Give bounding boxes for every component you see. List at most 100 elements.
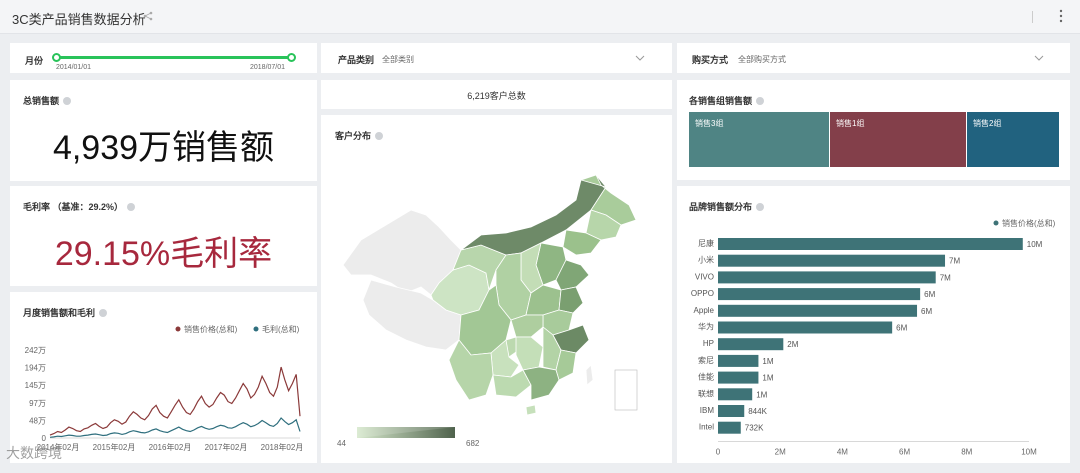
watermark-logo: 大数跨境	[6, 445, 62, 461]
map-legend-max: 682	[466, 439, 480, 448]
bar[interactable]	[718, 271, 936, 284]
x-tick-label: 2016年02月	[149, 442, 192, 452]
treemap-card: 各销售组销售额 销售3组 销售1组 销售2组	[677, 80, 1070, 180]
dashboard-title: 3C类产品销售数据分析	[12, 12, 146, 27]
x-tick-label: 2015年02月	[93, 442, 136, 452]
china-map[interactable]	[321, 115, 672, 463]
y-tick-label: 97万	[29, 399, 46, 408]
slider-start-handle[interactable]	[52, 53, 61, 62]
more-menu-icon[interactable]	[1057, 8, 1065, 24]
month-start-value: 2014/01/01	[56, 64, 92, 71]
x-tick-label: 2017年02月	[205, 442, 248, 452]
bar-value-label: 6M	[921, 307, 932, 316]
treemap-title: 各销售组销售额	[689, 94, 765, 107]
y-tick-label: 0	[42, 434, 47, 443]
category-label: VIVO	[695, 272, 714, 281]
y-tick-label: 145万	[25, 381, 46, 390]
category-filter-value: 全部类别	[382, 55, 414, 64]
bar-value-label: 1M	[756, 390, 767, 399]
category-filter-label: 产品类别	[338, 55, 375, 65]
bar[interactable]	[718, 371, 759, 384]
share-icon[interactable]	[143, 11, 153, 21]
x-tick-label: 4M	[837, 447, 848, 456]
legend-marker	[175, 326, 181, 332]
x-tick-label: 8M	[961, 447, 972, 456]
x-tick-label: 6M	[899, 447, 910, 456]
customers-card: 6,219客户总数	[321, 80, 672, 109]
bar[interactable]	[718, 354, 759, 367]
y-tick-label: 48万	[29, 416, 46, 425]
category-label: Intel	[699, 423, 714, 432]
purchase-filter-card[interactable]: 购买方式 全部购买方式	[677, 43, 1070, 73]
brand-bar-chart: 销售价格(总和) 尼康 10M 小米 7M VIVO 7M OPPO 6M Apple 6M 华为 6M…	[691, 218, 1056, 456]
month-range-slider[interactable]	[56, 56, 292, 59]
bar[interactable]	[718, 421, 741, 434]
chevron-down-icon[interactable]	[635, 55, 645, 61]
x-tick-label: 0	[716, 447, 721, 456]
legend-label[interactable]: 销售价格(总和)	[184, 324, 238, 334]
monthly-chart-card: 月度销售额和毛利 0 48万 97万 145万 194万 242万 2014年02月 2015…	[10, 292, 317, 463]
series-line-0[interactable]	[49, 366, 301, 436]
info-icon[interactable]	[127, 203, 136, 211]
chevron-down-icon[interactable]	[1034, 55, 1044, 61]
y-tick-label: 242万	[25, 346, 46, 355]
category-label: 索尼	[698, 355, 714, 365]
y-tick-label: 194万	[25, 364, 46, 373]
treemap-cell-group3[interactable]: 销售3组	[689, 112, 829, 167]
treemap-cell-group2[interactable]: 销售2组	[967, 112, 1059, 167]
bar-value-label: 7M	[940, 273, 951, 282]
bar-value-label: 732K	[745, 424, 764, 433]
category-label: Apple	[694, 306, 715, 315]
margin-value: 29.15%毛利率	[54, 235, 273, 273]
x-tick-label: 2M	[775, 447, 786, 456]
bar-value-label: 7M	[949, 257, 960, 266]
month-filter-label: 月份	[25, 56, 44, 66]
info-icon[interactable]	[63, 97, 72, 105]
map-card: 客户分布 44 682	[321, 115, 672, 463]
category-label: 尼康	[698, 238, 714, 248]
bar[interactable]	[718, 288, 921, 301]
margin-label: 毛利率 （基准：29.2%）	[23, 200, 136, 213]
total-sales-label: 总销售额	[23, 94, 72, 107]
south-china-sea-inset	[614, 369, 638, 411]
purchase-filter-label: 购买方式	[692, 55, 729, 65]
category-label: 华为	[698, 322, 714, 332]
margin-card: 毛利率 （基准：29.2%） 29.15%毛利率	[10, 186, 317, 286]
map-legend-min: 44	[337, 439, 346, 448]
bar-value-label: 10M	[1027, 240, 1043, 249]
bar-value-label: 844K	[748, 407, 767, 416]
total-sales-card: 总销售额 4,939万销售额	[10, 80, 317, 181]
legend-marker	[253, 326, 259, 332]
bar-value-label: 1M	[762, 357, 773, 366]
bar[interactable]	[718, 338, 784, 351]
slider-end-handle[interactable]	[287, 53, 296, 62]
month-end-value: 2018/07/01	[250, 64, 286, 71]
monthly-line-chart: 048万97万145万194万242万2014年02月 2015年02月 2016年…	[25, 324, 304, 452]
bar-value-label: 6M	[924, 290, 935, 299]
treemap-cell-group1[interactable]: 销售1组	[830, 112, 966, 167]
bar-value-label: 2M	[787, 340, 798, 349]
map-region-hubei	[510, 314, 544, 338]
map-region-jiangsu	[558, 286, 584, 314]
category-label: HP	[703, 339, 714, 348]
bar[interactable]	[718, 405, 745, 417]
x-tick-label: 10M	[1021, 447, 1037, 456]
category-label: 联想	[698, 388, 714, 398]
map-region-hunan	[515, 336, 544, 371]
bar[interactable]	[718, 304, 918, 317]
legend-label[interactable]: 毛利(总和)	[262, 324, 300, 334]
month-filter-card: 月份 2014/01/01 2018/07/01	[10, 43, 317, 73]
customers-value: 6,219客户总数	[467, 91, 526, 101]
info-icon[interactable]	[756, 97, 765, 105]
category-filter-card[interactable]: 产品类别 全部类别	[321, 43, 672, 73]
bar[interactable]	[718, 238, 1023, 250]
category-label: OPPO	[691, 289, 714, 298]
total-sales-value: 4,939万销售额	[52, 129, 275, 167]
category-label: IBM	[700, 406, 715, 415]
bar[interactable]	[718, 321, 893, 334]
bar[interactable]	[718, 388, 753, 401]
legend-label[interactable]: 销售价格(总和)	[1002, 218, 1056, 228]
category-label: 佳能	[698, 372, 714, 382]
bar[interactable]	[718, 254, 946, 267]
toolbar-divider	[1032, 11, 1033, 23]
